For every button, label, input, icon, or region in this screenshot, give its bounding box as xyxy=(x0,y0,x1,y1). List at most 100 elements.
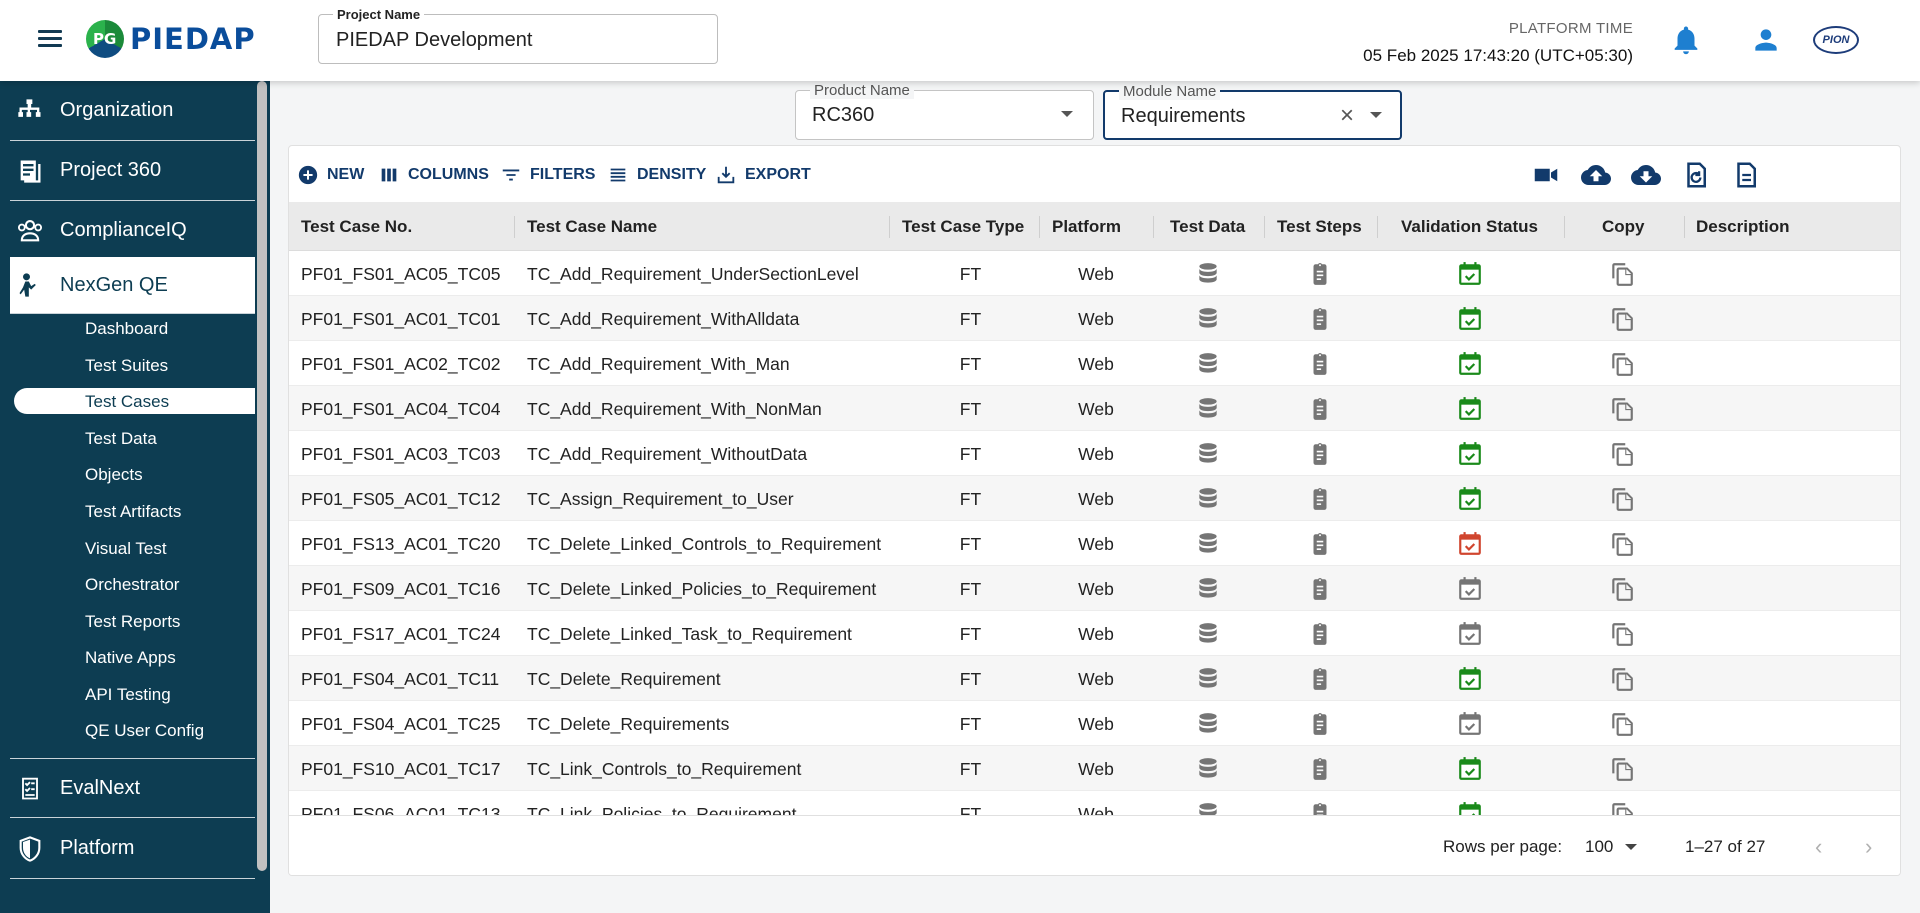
chevron-down-icon[interactable] xyxy=(1061,111,1073,117)
hamburger-menu-icon[interactable] xyxy=(38,26,68,52)
column-header-test-data[interactable]: Test Data xyxy=(1170,217,1245,237)
table-row[interactable]: PF01_FS13_AC01_TC20 TC_Delete_Linked_Cont… xyxy=(289,521,1900,566)
rows-per-page-select[interactable]: 100 xyxy=(1585,837,1613,857)
database-icon[interactable] xyxy=(1195,351,1221,377)
sidebar-item-evalnext[interactable]: EvalNext xyxy=(10,758,255,818)
previous-page-icon[interactable]: ‹ xyxy=(1815,834,1822,860)
table-row[interactable]: PF01_FS01_AC03_TC03 TC_Add_Requirement_Wi… xyxy=(289,431,1900,476)
validation-status-calendar-icon[interactable] xyxy=(1457,441,1483,467)
clipboard-icon[interactable] xyxy=(1307,666,1333,692)
database-icon[interactable] xyxy=(1195,711,1221,737)
new-button[interactable]: NEW xyxy=(297,164,364,186)
copy-icon[interactable] xyxy=(1609,306,1635,332)
database-icon[interactable] xyxy=(1195,531,1221,557)
table-row[interactable]: PF01_FS01_AC04_TC04 TC_Add_Requirement_Wi… xyxy=(289,386,1900,431)
database-icon[interactable] xyxy=(1195,801,1221,815)
copy-icon[interactable] xyxy=(1609,621,1635,647)
copy-icon[interactable] xyxy=(1609,576,1635,602)
column-separator[interactable] xyxy=(1039,216,1040,238)
column-header-test-case-type[interactable]: Test Case Type xyxy=(902,217,1024,237)
product-name-select[interactable]: Product Name RC360 xyxy=(795,82,1094,140)
brand-badge[interactable]: PION xyxy=(1813,26,1859,54)
columns-button[interactable]: COLUMNS xyxy=(378,164,489,186)
copy-icon[interactable] xyxy=(1609,531,1635,557)
database-icon[interactable] xyxy=(1195,756,1221,782)
table-row[interactable]: PF01_FS10_AC01_TC17 TC_Link_Controls_to_R… xyxy=(289,746,1900,791)
table-row[interactable]: PF01_FS04_AC01_TC11 TC_Delete_Requirement… xyxy=(289,656,1900,701)
database-icon[interactable] xyxy=(1195,576,1221,602)
column-separator[interactable] xyxy=(1684,216,1685,238)
sidebar-item-project-360[interactable]: Project 360 xyxy=(10,141,255,201)
copy-icon[interactable] xyxy=(1609,441,1635,467)
sidebar-subitem-api-testing[interactable]: API Testing xyxy=(85,685,171,705)
sidebar-subitem-visual-test[interactable]: Visual Test xyxy=(85,539,167,559)
table-row[interactable]: PF01_FS04_AC01_TC25 TC_Delete_Requirement… xyxy=(289,701,1900,746)
sidebar-scrollbar-thumb[interactable] xyxy=(257,81,267,871)
column-separator[interactable] xyxy=(514,216,515,238)
document-icon[interactable] xyxy=(1731,160,1761,190)
validation-status-calendar-icon[interactable] xyxy=(1457,486,1483,512)
copy-icon[interactable] xyxy=(1609,486,1635,512)
copy-icon[interactable] xyxy=(1609,666,1635,692)
sidebar-subitem-test-suites[interactable]: Test Suites xyxy=(85,356,168,376)
copy-icon[interactable] xyxy=(1609,801,1635,815)
sidebar-subitem-orchestrator[interactable]: Orchestrator xyxy=(85,575,179,595)
clipboard-icon[interactable] xyxy=(1307,396,1333,422)
sidebar-subitem-qe-user-config[interactable]: QE User Config xyxy=(85,721,204,741)
clipboard-icon[interactable] xyxy=(1307,486,1333,512)
sidebar-subitem-test-data[interactable]: Test Data xyxy=(85,429,157,449)
validation-status-calendar-icon[interactable] xyxy=(1457,711,1483,737)
column-separator[interactable] xyxy=(1153,216,1154,238)
module-name-select[interactable]: Module Name Requirements × xyxy=(1103,83,1402,140)
clipboard-icon[interactable] xyxy=(1307,351,1333,377)
clipboard-icon[interactable] xyxy=(1307,576,1333,602)
sidebar-subitem-test-artifacts[interactable]: Test Artifacts xyxy=(85,502,181,522)
clipboard-icon[interactable] xyxy=(1307,306,1333,332)
column-header-test-case-no[interactable]: Test Case No. xyxy=(301,217,412,237)
clipboard-icon[interactable] xyxy=(1307,801,1333,815)
validation-status-calendar-icon[interactable] xyxy=(1457,666,1483,692)
user-profile-icon[interactable] xyxy=(1749,24,1783,56)
copy-icon[interactable] xyxy=(1609,756,1635,782)
cloud-download-icon[interactable] xyxy=(1631,160,1661,190)
sidebar-item-organization[interactable]: Organization xyxy=(10,81,255,141)
column-header-copy[interactable]: Copy xyxy=(1602,217,1645,237)
table-row[interactable]: PF01_FS01_AC05_TC05 TC_Add_Requirement_Un… xyxy=(289,251,1900,296)
copy-icon[interactable] xyxy=(1609,261,1635,287)
chevron-down-icon[interactable] xyxy=(1625,844,1637,850)
sidebar-item-complianceiq[interactable]: ComplianceIQ xyxy=(10,201,255,261)
density-button[interactable]: DENSITY xyxy=(607,164,706,186)
column-header-validation-status[interactable]: Validation Status xyxy=(1401,217,1538,237)
database-icon[interactable] xyxy=(1195,621,1221,647)
video-icon[interactable] xyxy=(1531,160,1561,190)
export-button[interactable]: EXPORT xyxy=(715,164,811,186)
sidebar-subitem-objects[interactable]: Objects xyxy=(85,465,143,485)
validation-status-calendar-icon[interactable] xyxy=(1457,306,1483,332)
validation-status-calendar-icon[interactable] xyxy=(1457,261,1483,287)
validation-status-calendar-icon[interactable] xyxy=(1457,531,1483,557)
database-icon[interactable] xyxy=(1195,486,1221,512)
column-header-platform[interactable]: Platform xyxy=(1052,217,1121,237)
copy-icon[interactable] xyxy=(1609,711,1635,737)
clipboard-icon[interactable] xyxy=(1307,621,1333,647)
table-row[interactable]: PF01_FS09_AC01_TC16 TC_Delete_Linked_Poli… xyxy=(289,566,1900,611)
validation-status-calendar-icon[interactable] xyxy=(1457,621,1483,647)
sidebar-subitem-test-reports[interactable]: Test Reports xyxy=(85,612,180,632)
app-logo[interactable]: PIEDAP xyxy=(86,20,256,58)
clear-icon[interactable]: × xyxy=(1340,104,1354,128)
sidebar-item-platform[interactable]: Platform xyxy=(10,819,255,879)
sidebar-subitem-dashboard[interactable]: Dashboard xyxy=(85,319,168,339)
validation-status-calendar-icon[interactable] xyxy=(1457,576,1483,602)
validation-status-calendar-icon[interactable] xyxy=(1457,396,1483,422)
copy-icon[interactable] xyxy=(1609,396,1635,422)
copy-icon[interactable] xyxy=(1609,351,1635,377)
database-icon[interactable] xyxy=(1195,396,1221,422)
column-separator[interactable] xyxy=(1377,216,1378,238)
clipboard-icon[interactable] xyxy=(1307,756,1333,782)
validation-status-calendar-icon[interactable] xyxy=(1457,801,1483,815)
next-page-icon[interactable]: › xyxy=(1865,834,1872,860)
database-icon[interactable] xyxy=(1195,261,1221,287)
notification-bell-icon[interactable] xyxy=(1669,22,1703,58)
clipboard-icon[interactable] xyxy=(1307,441,1333,467)
column-header-description[interactable]: Description xyxy=(1696,217,1790,237)
